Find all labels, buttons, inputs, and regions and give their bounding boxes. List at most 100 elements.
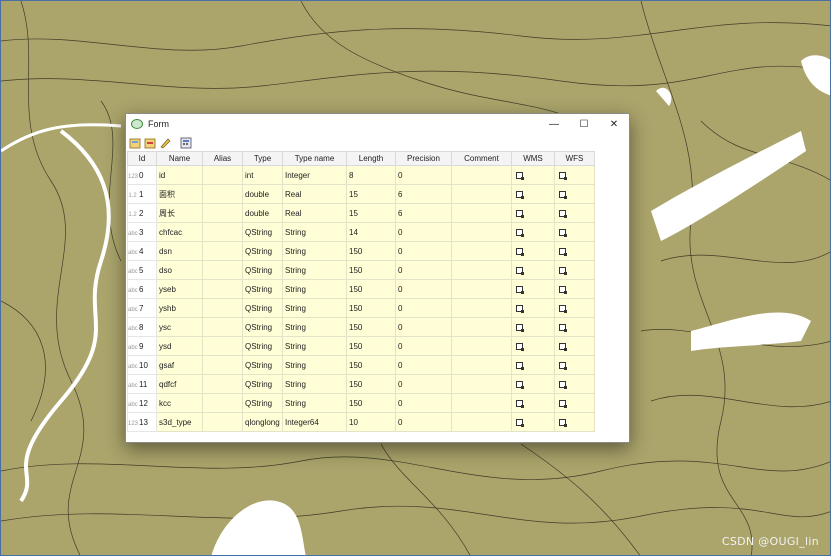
cell-length[interactable]: 150 xyxy=(346,241,396,261)
cell-alias[interactable] xyxy=(202,165,243,185)
wms-checkbox[interactable] xyxy=(516,361,524,370)
cell-type-name[interactable]: Integer xyxy=(282,165,347,185)
cell-type[interactable]: double xyxy=(242,203,283,223)
cell-id[interactable]: 1230 xyxy=(127,165,157,185)
table-row[interactable]: abc9 ysd QString String 150 0 xyxy=(127,336,595,356)
wms-checkbox[interactable] xyxy=(516,266,524,275)
cell-id[interactable]: abc5 xyxy=(127,260,157,280)
cell-length[interactable]: 150 xyxy=(346,355,396,375)
cell-type-name[interactable]: Integer64 xyxy=(282,412,347,432)
cell-precision[interactable]: 0 xyxy=(395,298,452,318)
cell-id[interactable]: abc11 xyxy=(127,374,157,394)
cell-alias[interactable] xyxy=(202,298,243,318)
table-row[interactable]: abc12 kcc QString String 150 0 xyxy=(127,393,595,413)
wfs-checkbox[interactable] xyxy=(559,209,567,218)
wms-checkbox[interactable] xyxy=(516,171,524,180)
wms-checkbox[interactable] xyxy=(516,228,524,237)
cell-comment[interactable] xyxy=(451,317,512,337)
cell-type-name[interactable]: String xyxy=(282,298,347,318)
cell-name[interactable]: gsaf xyxy=(156,355,203,375)
cell-type[interactable]: QString xyxy=(242,355,283,375)
delete-field-icon[interactable] xyxy=(143,137,156,150)
cell-length[interactable]: 8 xyxy=(346,165,396,185)
cell-precision[interactable]: 6 xyxy=(395,184,452,204)
cell-type[interactable]: QString xyxy=(242,336,283,356)
column-header-type[interactable]: Type xyxy=(242,151,283,166)
cell-comment[interactable] xyxy=(451,393,512,413)
wfs-checkbox[interactable] xyxy=(559,323,567,332)
cell-alias[interactable] xyxy=(202,374,243,394)
cell-type-name[interactable]: String xyxy=(282,374,347,394)
table-row[interactable]: abc5 dso QString String 150 0 xyxy=(127,260,595,280)
wfs-checkbox[interactable] xyxy=(559,190,567,199)
cell-type-name[interactable]: String xyxy=(282,336,347,356)
table-row[interactable]: abc11 qdfcf QString String 150 0 xyxy=(127,374,595,394)
column-header-comment[interactable]: Comment xyxy=(451,151,512,166)
cell-comment[interactable] xyxy=(451,374,512,394)
table-row[interactable]: 1.2 1 面积 double Real 15 6 xyxy=(127,184,595,204)
cell-id[interactable]: 1.2 1 xyxy=(127,184,157,204)
edit-pencil-icon[interactable] xyxy=(158,137,171,150)
table-row[interactable]: 1230 id int Integer 8 0 xyxy=(127,165,595,185)
cell-length[interactable]: 150 xyxy=(346,393,396,413)
calculator-icon[interactable] xyxy=(179,137,192,150)
cell-alias[interactable] xyxy=(202,184,243,204)
cell-precision[interactable]: 0 xyxy=(395,355,452,375)
cell-name[interactable]: 周长 xyxy=(156,203,203,223)
wfs-checkbox[interactable] xyxy=(559,418,567,427)
cell-precision[interactable]: 0 xyxy=(395,241,452,261)
cell-comment[interactable] xyxy=(451,412,512,432)
wms-checkbox[interactable] xyxy=(516,399,524,408)
cell-precision[interactable]: 0 xyxy=(395,412,452,432)
cell-length[interactable]: 150 xyxy=(346,260,396,280)
wms-checkbox[interactable] xyxy=(516,190,524,199)
column-header-name[interactable]: Name xyxy=(156,151,203,166)
cell-name[interactable]: qdfcf xyxy=(156,374,203,394)
cell-length[interactable]: 10 xyxy=(346,412,396,432)
table-row[interactable]: abc10 gsaf QString String 150 0 xyxy=(127,355,595,375)
column-header-alias[interactable]: Alias xyxy=(202,151,243,166)
close-button[interactable]: ✕ xyxy=(599,114,629,134)
cell-comment[interactable] xyxy=(451,165,512,185)
cell-alias[interactable] xyxy=(202,355,243,375)
table-row[interactable]: abc4 dsn QString String 150 0 xyxy=(127,241,595,261)
cell-alias[interactable] xyxy=(202,260,243,280)
cell-id[interactable]: abc10 xyxy=(127,355,157,375)
cell-alias[interactable] xyxy=(202,412,243,432)
wms-checkbox[interactable] xyxy=(516,418,524,427)
table-row[interactable]: abc7 yshb QString String 150 0 xyxy=(127,298,595,318)
cell-id[interactable]: abc3 xyxy=(127,222,157,242)
cell-length[interactable]: 150 xyxy=(346,279,396,299)
cell-length[interactable]: 150 xyxy=(346,336,396,356)
cell-precision[interactable]: 6 xyxy=(395,203,452,223)
wfs-checkbox[interactable] xyxy=(559,247,567,256)
cell-id[interactable]: abc6 xyxy=(127,279,157,299)
cell-precision[interactable]: 0 xyxy=(395,336,452,356)
cell-precision[interactable]: 0 xyxy=(395,222,452,242)
cell-comment[interactable] xyxy=(451,279,512,299)
cell-type-name[interactable]: String xyxy=(282,279,347,299)
cell-length[interactable]: 15 xyxy=(346,184,396,204)
open-layer-icon[interactable] xyxy=(128,137,141,150)
cell-id[interactable]: 12313 xyxy=(127,412,157,432)
cell-type-name[interactable]: String xyxy=(282,241,347,261)
table-row[interactable]: abc6 yseb QString String 150 0 xyxy=(127,279,595,299)
table-row[interactable]: 1.2 2 周长 double Real 15 6 xyxy=(127,203,595,223)
cell-type[interactable]: QString xyxy=(242,374,283,394)
cell-alias[interactable] xyxy=(202,336,243,356)
cell-comment[interactable] xyxy=(451,355,512,375)
cell-id[interactable]: abc12 xyxy=(127,393,157,413)
cell-type-name[interactable]: String xyxy=(282,355,347,375)
cell-name[interactable]: ysc xyxy=(156,317,203,337)
cell-type[interactable]: QString xyxy=(242,298,283,318)
wms-checkbox[interactable] xyxy=(516,323,524,332)
cell-type-name[interactable]: String xyxy=(282,222,347,242)
cell-type[interactable]: QString xyxy=(242,241,283,261)
cell-precision[interactable]: 0 xyxy=(395,279,452,299)
cell-name[interactable]: 面积 xyxy=(156,184,203,204)
cell-precision[interactable]: 0 xyxy=(395,317,452,337)
cell-length[interactable]: 14 xyxy=(346,222,396,242)
table-row[interactable]: abc8 ysc QString String 150 0 xyxy=(127,317,595,337)
cell-type-name[interactable]: Real xyxy=(282,184,347,204)
cell-type[interactable]: qlonglong xyxy=(242,412,283,432)
